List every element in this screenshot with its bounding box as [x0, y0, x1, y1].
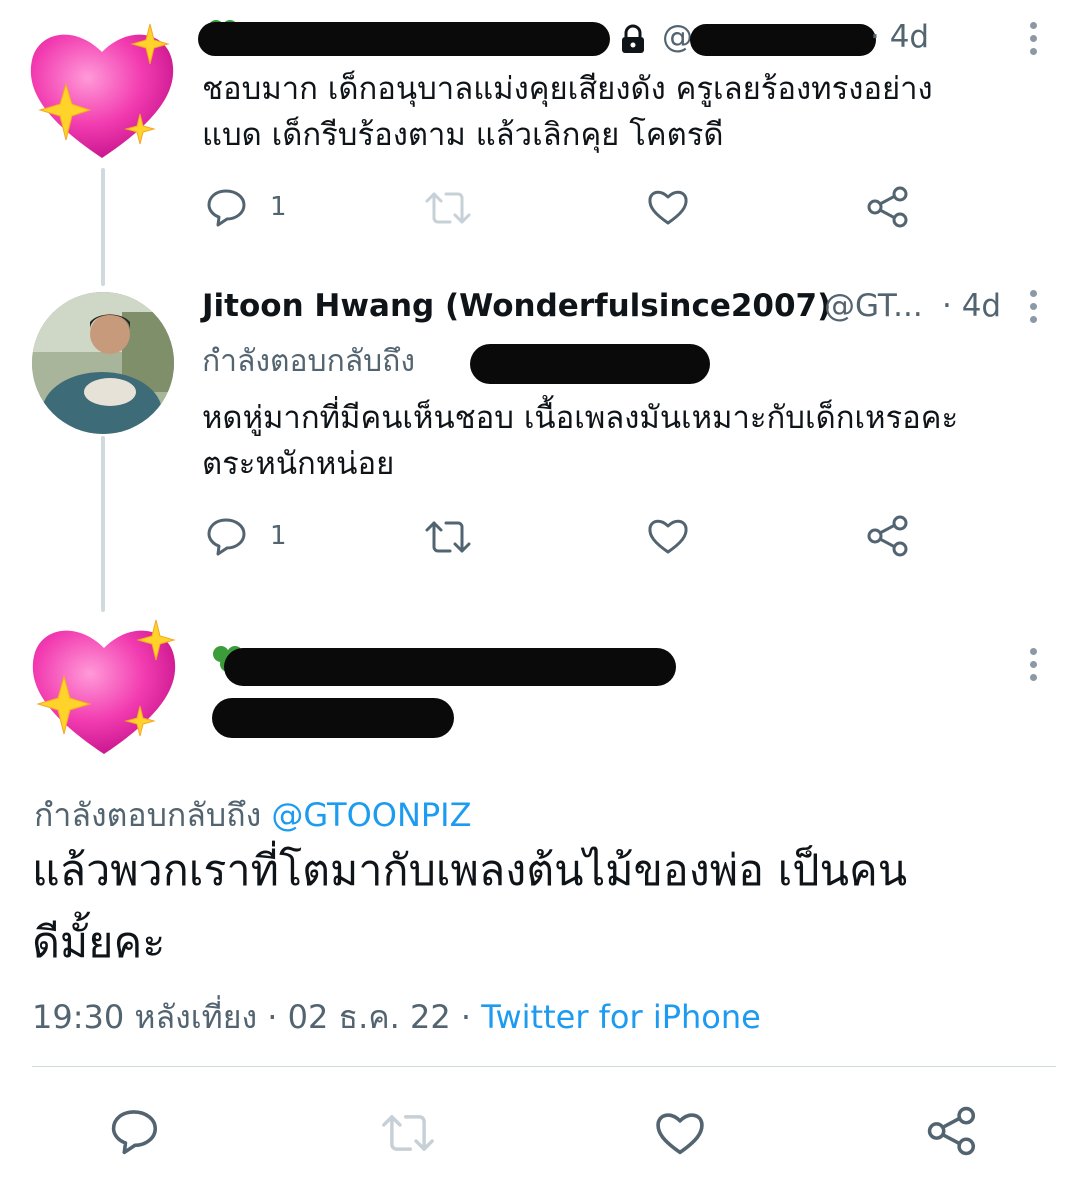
handle[interactable]: @GT...	[824, 288, 923, 324]
reply-icon	[207, 518, 246, 556]
handle-prefix: @	[662, 19, 693, 55]
share-icon	[867, 186, 908, 228]
heart-sparkle-avatar-icon	[30, 23, 174, 158]
redacted-name	[198, 22, 610, 56]
tweet-time[interactable]: · 4d	[870, 19, 929, 55]
avatar[interactable]	[32, 292, 174, 434]
display-name[interactable]: Jitoon Hwang (Wonderfulsince2007)	[202, 288, 831, 324]
like-button[interactable]	[647, 517, 689, 555]
like-button[interactable]	[647, 188, 689, 226]
reply-button[interactable]	[110, 1106, 160, 1156]
tweet-text-line: ชอบมาก เด็กอนุบาลแม่งคุยเสียงดัง ครูเลยร…	[202, 71, 933, 107]
reply-count: 1	[270, 521, 287, 551]
redacted-name	[224, 648, 676, 686]
divider	[32, 1066, 1056, 1067]
retweet-button[interactable]	[424, 517, 472, 557]
retweet-icon	[425, 192, 471, 224]
tweet-text-line: ตระหนักหน่อย	[202, 446, 395, 482]
like-icon	[648, 190, 688, 225]
tweet-source[interactable]: Twitter for iPhone	[481, 998, 761, 1036]
more-icon[interactable]	[1030, 290, 1038, 329]
avatar[interactable]	[24, 614, 184, 764]
reply-count: 1	[270, 192, 287, 222]
share-button[interactable]	[926, 1106, 978, 1156]
tweet-time[interactable]: · 4d	[942, 288, 1001, 324]
more-icon[interactable]	[1030, 648, 1038, 687]
more-icon[interactable]	[1030, 22, 1038, 61]
retweet-button	[380, 1110, 436, 1156]
tweet-text-line: หดหู่มากที่มีคนเห็นชอบ เนื้อเพลงมันเหมาะ…	[202, 400, 959, 436]
replying-to: กำลังตอบกลับถึง @GTOONPIZ	[34, 790, 472, 841]
redacted-replying-handle	[470, 344, 710, 384]
reply-icon	[111, 1110, 158, 1155]
tweet-text-line: แบด เด็กรีบร้องตาม แล้วเลิกคุย โคตรดี	[202, 117, 724, 153]
reply-button[interactable]: 1	[206, 186, 287, 228]
share-button[interactable]	[866, 186, 910, 228]
redacted-handle	[690, 24, 876, 56]
share-button[interactable]	[866, 515, 910, 557]
retweet-icon	[425, 521, 471, 553]
like-button[interactable]	[654, 1110, 706, 1156]
retweet-icon	[382, 1115, 434, 1151]
like-icon	[656, 1113, 704, 1155]
reply-icon	[207, 189, 246, 227]
like-icon	[648, 519, 688, 554]
reply-button[interactable]: 1	[206, 515, 287, 557]
profile-photo	[32, 292, 174, 434]
replying-to-label: กำลังตอบกลับถึง	[202, 344, 415, 379]
replying-to-label: กำลังตอบกลับถึง	[34, 796, 262, 834]
tweet-meta: 19:30 หลังเที่ยง · 02 ธ.ค. 22 · Twitter …	[32, 992, 761, 1043]
thread-line-1	[101, 168, 105, 286]
thread-line-2	[101, 436, 105, 612]
avatar[interactable]	[22, 18, 182, 168]
heart-sparkle-avatar-icon	[32, 619, 176, 754]
lock-icon	[618, 23, 648, 59]
share-icon	[927, 1106, 976, 1156]
share-icon	[867, 515, 908, 557]
replying-to-handle[interactable]: @GTOONPIZ	[271, 796, 471, 834]
main-tweet-text-line: แล้วพวกเราที่โตมากับเพลงต้นไม้ของพ่อ เป็…	[32, 846, 908, 896]
timestamp[interactable]: 19:30 หลังเที่ยง · 02 ธ.ค. 22 ·	[32, 998, 471, 1036]
redacted-handle	[212, 698, 454, 738]
retweet-button	[424, 188, 472, 228]
main-tweet-text-line: ดีมั้ยคะ	[32, 918, 166, 968]
